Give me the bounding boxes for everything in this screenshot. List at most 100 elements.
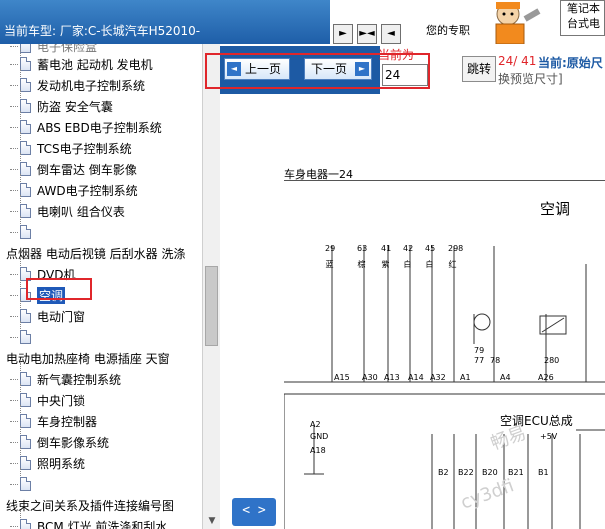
collapse-left-icon[interactable]: ◄ <box>381 24 401 44</box>
sidebar-scrollbar[interactable]: ▼ <box>202 44 220 529</box>
tree-connector <box>10 483 18 485</box>
document-icon <box>20 330 31 344</box>
mascot-icon <box>495 2 541 44</box>
preview-size-link[interactable]: 换预览尺寸] <box>498 70 563 87</box>
tree-folder[interactable]: 电动电加热座椅 电源插座 天窗 <box>6 348 170 368</box>
tree-connector <box>10 168 18 170</box>
tree-item[interactable]: 车身控制器 <box>10 405 98 431</box>
nav-highlight-box <box>205 53 430 89</box>
view-toggle-group: ► ►◄ ◄ <box>333 24 401 44</box>
tree-item[interactable]: 照明系统 <box>10 447 86 473</box>
tree-connector <box>10 294 18 296</box>
pin-number: 63 <box>357 244 368 253</box>
ecu-pin: B21 <box>508 468 524 477</box>
ecu-pin: B2 <box>438 468 449 477</box>
tree-connector <box>10 147 18 149</box>
ecu-pin: A2 <box>310 420 321 429</box>
current-size-label: 当前:原始尺 <box>538 56 603 70</box>
wire-number: 280 <box>544 356 560 365</box>
tree-item-label: 车身控制器 <box>37 414 98 429</box>
tree-item[interactable]: 电喇叭 组合仪表 <box>10 195 125 221</box>
device-label: 笔记本 台式电 <box>560 0 605 36</box>
document-icon <box>20 372 31 386</box>
document-icon <box>20 183 31 197</box>
wire-color: 白 <box>403 260 412 269</box>
scroll-down-icon[interactable]: ▼ <box>205 513 219 529</box>
tree-connector <box>10 336 18 338</box>
tree-item[interactable] <box>10 468 37 494</box>
gnd-label: GND <box>310 432 329 441</box>
document-icon <box>20 162 31 176</box>
wire-number: 77 <box>474 356 485 365</box>
tree-item[interactable]: 倒车影像系统 <box>10 426 110 452</box>
wire-color: 红 <box>448 260 457 269</box>
tree-item[interactable]: 发动机电子控制系统 <box>10 69 146 95</box>
tree-connector <box>10 399 18 401</box>
pin-number: 45 <box>425 244 436 253</box>
top-header: 当前车型: 厂家:C-长城汽车H52010- ► ►◄ ◄ 您的专职 笔记本 台… <box>0 0 605 44</box>
wire-number: 79 <box>474 346 485 355</box>
tree-item[interactable]: 新气囊控制系统 <box>10 363 121 389</box>
pro-label: 您的专职 <box>426 24 470 37</box>
tree-connector <box>10 378 18 380</box>
tree-item-label: 发动机电子控制系统 <box>37 78 146 93</box>
document-icon <box>20 414 31 428</box>
tree-connector <box>10 126 18 128</box>
ecu-pin: B22 <box>458 468 474 477</box>
document-icon <box>20 99 31 113</box>
tree-connector <box>10 441 18 443</box>
tree-folder[interactable]: 线束之间关系及插件连接编号图 <box>6 495 174 515</box>
schematic-viewer[interactable]: 车身电器一24 空调 29 63 41 42 45 298 蓝 棕 紫 白 白 … <box>220 94 605 529</box>
tree-item-label: BCM 灯光 前洗涤和刮水 <box>37 519 168 529</box>
tree-item-label: 倒车雷达 倒车影像 <box>37 162 137 177</box>
wire-color: 棕 <box>357 260 366 269</box>
tree-folder-label: 电动电加热座椅 电源插座 天窗 <box>6 351 170 366</box>
tree-item[interactable]: 中央门锁 <box>10 384 86 410</box>
tree-item[interactable]: ABS EBD电子控制系统 <box>10 111 162 137</box>
document-icon <box>20 44 31 53</box>
tree-item-label: 防盗 安全气囊 <box>37 99 113 114</box>
wire-color: 蓝 <box>325 260 334 269</box>
tree-item-label: 倒车影像系统 <box>37 435 110 450</box>
document-icon <box>20 57 31 71</box>
tree-folder[interactable]: 点烟器 电动后视镜 后刮水器 洗涤 <box>6 243 185 263</box>
wire-number: 78 <box>490 356 501 365</box>
document-icon <box>20 435 31 449</box>
selection-highlight-box <box>26 278 92 300</box>
tree-connector <box>10 105 18 107</box>
tree-item-label: ABS EBD电子控制系统 <box>37 120 162 135</box>
tree-item-label: 中央门锁 <box>37 393 86 408</box>
jump-button[interactable]: 跳转 <box>462 56 496 82</box>
tree-connector <box>10 231 18 233</box>
tree-item-label: 蓄电池 起动机 发电机 <box>37 57 153 72</box>
tree-item[interactable]: AWD电子控制系统 <box>10 174 138 200</box>
document-icon <box>20 519 31 529</box>
expand-right-icon[interactable]: ► <box>333 24 353 44</box>
document-icon <box>20 477 31 491</box>
page-count: 24/ 41 <box>498 54 537 68</box>
scrollbar-thumb[interactable] <box>205 266 218 346</box>
tree-item[interactable]: 防盗 安全气囊 <box>10 90 113 116</box>
document-icon <box>20 225 31 239</box>
document-icon <box>20 456 31 470</box>
tree-item[interactable]: 蓄电池 起动机 发电机 <box>10 48 153 74</box>
tree-connector <box>10 315 18 317</box>
tree-item[interactable] <box>10 321 37 347</box>
tree-item-label: 电喇叭 组合仪表 <box>37 204 125 219</box>
split-view-icon[interactable]: ►◄ <box>357 24 377 44</box>
pin-number: 42 <box>403 244 414 253</box>
tree-item[interactable] <box>10 216 37 242</box>
document-icon <box>20 204 31 218</box>
tree-item[interactable]: 倒车雷达 倒车影像 <box>10 153 137 179</box>
viewer-left-bar <box>220 94 228 529</box>
document-icon <box>20 393 31 407</box>
toggle-panel-button[interactable]: < > <box>232 498 276 526</box>
wire-color: 白 <box>425 260 434 269</box>
tree-item[interactable]: BCM 灯光 前洗涤和刮水 <box>10 510 168 529</box>
current-model-label: 当前车型: 厂家:C-长城汽车H52010- <box>4 24 201 38</box>
tree-item[interactable]: 电动门窗 <box>10 300 85 326</box>
tree-item[interactable]: TCS电子控制系统 <box>10 132 132 158</box>
tree-item-label: 照明系统 <box>37 456 86 471</box>
ecu-pin: A18 <box>310 446 326 455</box>
tree-connector <box>10 420 18 422</box>
